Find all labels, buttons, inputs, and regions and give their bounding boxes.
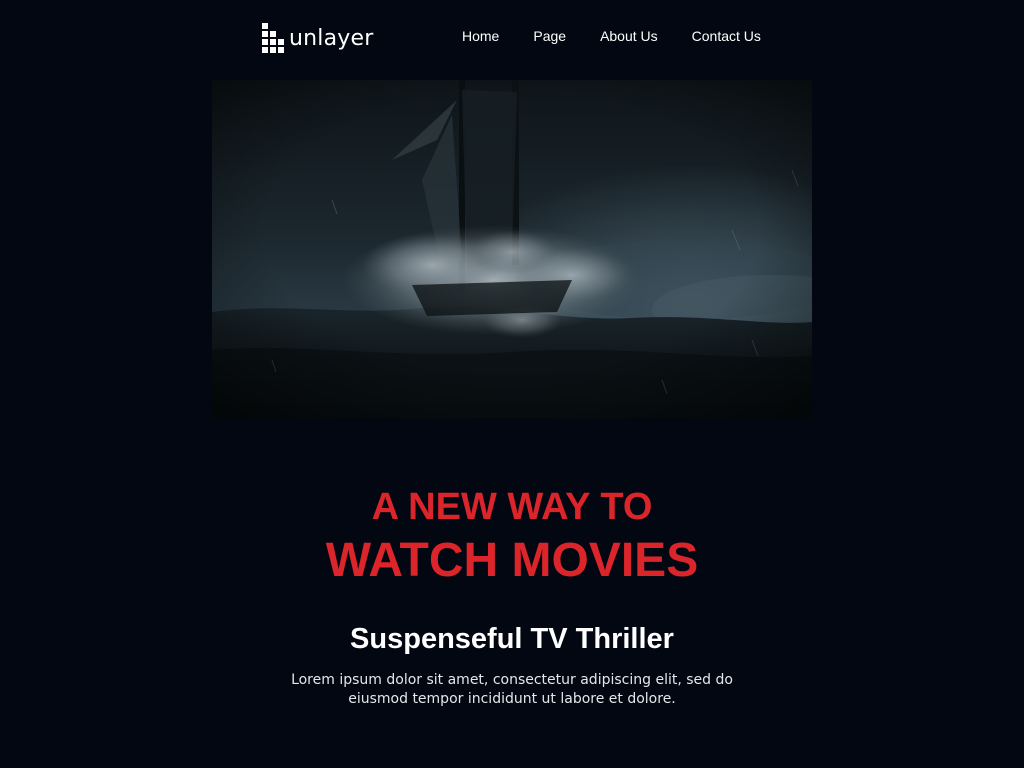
nav-about-us-link[interactable]: About Us <box>583 26 675 46</box>
headline-line-1: A NEW WAY TO <box>371 486 653 528</box>
nav-contact-us-link[interactable]: Contact Us <box>675 26 778 46</box>
stormy-sea-sailing-ship-image <box>212 80 812 418</box>
body-text: Lorem ipsum dolor sit amet, consectetur … <box>291 672 733 707</box>
hero-image <box>212 80 812 418</box>
header: unlayer Home Page About Us Contact Us <box>212 0 812 80</box>
nav-page-link[interactable]: Page <box>516 26 583 46</box>
logo[interactable]: unlayer <box>262 22 373 58</box>
unlayer-logo-icon <box>262 23 284 53</box>
logo-text: unlayer <box>289 25 374 51</box>
email-page: unlayer Home Page About Us Contact Us A … <box>0 0 1024 768</box>
subtitle: Suspenseful TV Thriller <box>350 623 674 655</box>
main-nav: Home Page About Us Contact Us <box>445 26 778 46</box>
headline-line-2: WATCH MOVIES <box>325 534 699 587</box>
nav-home-link[interactable]: Home <box>445 26 516 46</box>
